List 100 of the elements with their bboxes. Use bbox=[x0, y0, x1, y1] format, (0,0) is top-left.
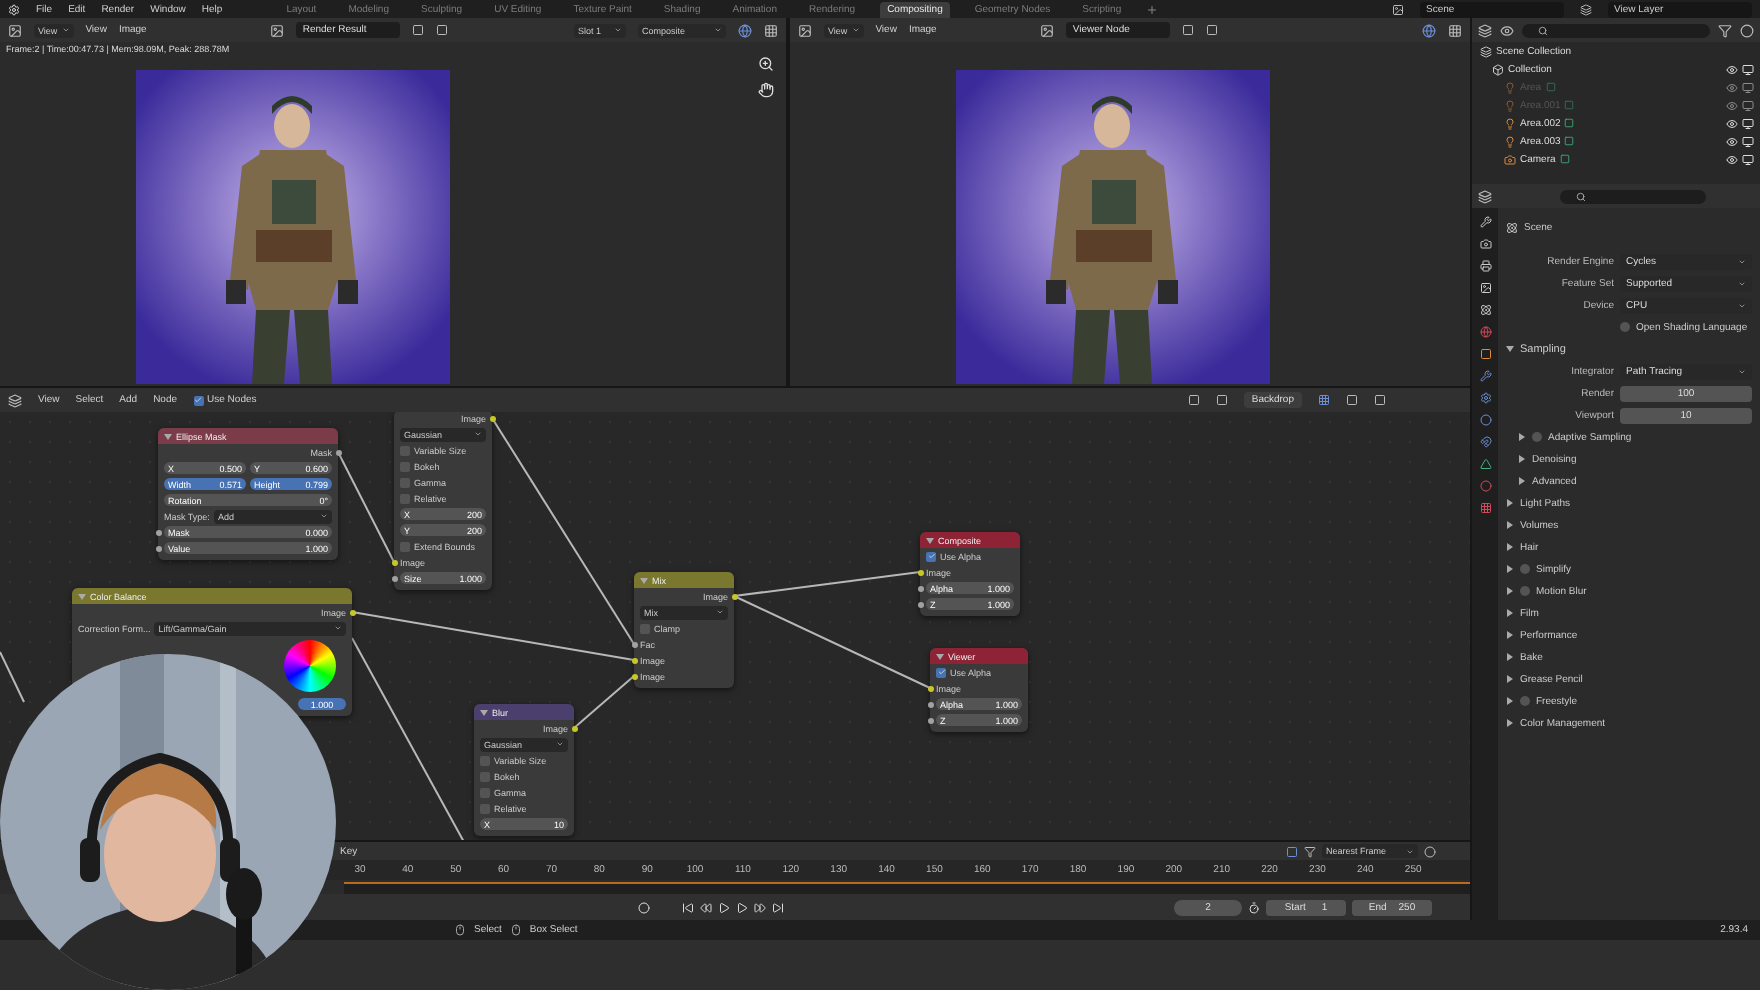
render-icon[interactable] bbox=[1742, 153, 1754, 165]
proportional-icon[interactable] bbox=[1424, 845, 1436, 857]
data-tab-icon[interactable] bbox=[1479, 458, 1491, 470]
modifier-tab-icon[interactable] bbox=[1479, 370, 1491, 382]
checkbox[interactable] bbox=[400, 493, 410, 503]
editor-type-icon[interactable] bbox=[1478, 23, 1492, 37]
eye-icon[interactable] bbox=[1726, 117, 1738, 129]
output-tab-icon[interactable] bbox=[1479, 260, 1491, 272]
node-socket[interactable] bbox=[631, 657, 637, 663]
node-socket[interactable] bbox=[631, 673, 637, 679]
disclosure-icon bbox=[936, 653, 944, 659]
checkbox[interactable] bbox=[1520, 586, 1530, 596]
checkbox[interactable] bbox=[400, 477, 410, 487]
node-socket[interactable] bbox=[631, 641, 637, 647]
particles-tab-icon[interactable] bbox=[1479, 392, 1491, 404]
editor-type-icon[interactable] bbox=[8, 23, 22, 37]
node-wire bbox=[573, 675, 635, 729]
render-icon[interactable] bbox=[1742, 117, 1754, 129]
view-layer-tab-icon[interactable] bbox=[1479, 282, 1491, 294]
texture-tab-icon[interactable] bbox=[1479, 502, 1491, 514]
checkbox[interactable] bbox=[1620, 322, 1630, 332]
render-icon[interactable] bbox=[1742, 135, 1754, 147]
world-tab-icon[interactable] bbox=[1479, 326, 1491, 338]
checkbox[interactable] bbox=[480, 803, 490, 813]
checkbox[interactable] bbox=[480, 771, 490, 781]
render-icon[interactable] bbox=[1742, 63, 1754, 75]
view-layer-icon[interactable] bbox=[1580, 3, 1592, 15]
node-socket[interactable] bbox=[917, 569, 923, 575]
editor-type-icon[interactable] bbox=[1478, 189, 1492, 203]
search-field[interactable] bbox=[1560, 189, 1706, 203]
image-icon[interactable] bbox=[270, 23, 285, 37]
node-socket[interactable] bbox=[155, 529, 161, 535]
display-icon[interactable] bbox=[1422, 23, 1436, 37]
node-socket[interactable] bbox=[489, 415, 495, 421]
search-field[interactable] bbox=[1522, 23, 1710, 37]
checkbox[interactable] bbox=[480, 755, 490, 765]
node-socket[interactable] bbox=[335, 449, 341, 455]
editor-type-icon[interactable] bbox=[8, 393, 22, 407]
previous-keyframe-icon[interactable] bbox=[700, 901, 712, 913]
filter-icon[interactable] bbox=[1718, 23, 1732, 37]
record-icon[interactable] bbox=[638, 901, 650, 913]
checkbox[interactable] bbox=[926, 551, 936, 561]
disclosure-icon bbox=[164, 433, 172, 439]
node-socket[interactable] bbox=[571, 725, 577, 731]
light-icon bbox=[1504, 117, 1516, 129]
eye-icon[interactable] bbox=[1726, 153, 1738, 165]
checkbox[interactable] bbox=[193, 395, 204, 405]
checkbox[interactable] bbox=[400, 445, 410, 455]
physics-tab-icon[interactable] bbox=[1479, 414, 1491, 426]
jump-start-icon[interactable] bbox=[682, 901, 694, 913]
eye-icon[interactable] bbox=[1726, 135, 1738, 147]
disclosure-icon bbox=[1507, 697, 1513, 705]
checkbox[interactable] bbox=[480, 787, 490, 797]
new-collection-icon[interactable] bbox=[1740, 23, 1754, 37]
checkbox[interactable] bbox=[1520, 696, 1530, 706]
disclosure-icon bbox=[1507, 565, 1513, 573]
filter-icon[interactable] bbox=[1304, 845, 1316, 857]
search-icon bbox=[1576, 191, 1586, 201]
constraints-tab-icon[interactable] bbox=[1479, 436, 1491, 448]
gizmo-icon[interactable] bbox=[1448, 23, 1462, 37]
disclosure-icon bbox=[1519, 477, 1525, 485]
next-keyframe-icon[interactable] bbox=[754, 901, 766, 913]
view-icon[interactable] bbox=[1500, 23, 1514, 37]
timer-icon[interactable] bbox=[1248, 901, 1260, 913]
node-socket[interactable] bbox=[391, 559, 397, 565]
play-icon[interactable] bbox=[736, 901, 748, 913]
add-icon[interactable] bbox=[1145, 3, 1158, 15]
checkbox[interactable] bbox=[400, 541, 410, 551]
node-socket[interactable] bbox=[917, 601, 923, 607]
node-socket[interactable] bbox=[927, 685, 933, 691]
node-socket[interactable] bbox=[927, 701, 933, 707]
image-icon[interactable] bbox=[1040, 23, 1055, 37]
node-socket[interactable] bbox=[155, 545, 161, 551]
material-tab-icon[interactable] bbox=[1479, 480, 1491, 492]
object-tab-icon[interactable] bbox=[1479, 348, 1491, 360]
checkbox[interactable] bbox=[400, 461, 410, 471]
node-socket[interactable] bbox=[349, 609, 355, 615]
render-tab-icon[interactable] bbox=[1479, 238, 1491, 250]
checkbox[interactable] bbox=[936, 667, 946, 677]
disclosure-icon bbox=[1507, 499, 1513, 507]
timeline-track[interactable] bbox=[344, 882, 1470, 894]
checkbox[interactable] bbox=[1520, 564, 1530, 574]
camera-icon bbox=[1504, 153, 1516, 165]
disclosure-icon bbox=[480, 709, 488, 715]
checkbox[interactable] bbox=[640, 623, 650, 633]
gizmo-icon[interactable] bbox=[764, 23, 778, 37]
display-icon[interactable] bbox=[738, 23, 752, 37]
editor-type-icon[interactable] bbox=[798, 23, 812, 37]
eye-icon[interactable] bbox=[1726, 63, 1738, 75]
zoom-icon[interactable] bbox=[758, 56, 774, 72]
disclosure-icon bbox=[1507, 543, 1513, 551]
node-socket[interactable] bbox=[731, 593, 737, 599]
jump-end-icon[interactable] bbox=[772, 901, 784, 913]
hand-icon[interactable] bbox=[758, 82, 774, 98]
node-socket[interactable] bbox=[391, 575, 397, 581]
node-socket[interactable] bbox=[917, 585, 923, 591]
tool-tab-icon[interactable] bbox=[1479, 216, 1491, 228]
checkbox[interactable] bbox=[1532, 432, 1542, 442]
node-socket[interactable] bbox=[927, 717, 933, 723]
color-wheel[interactable] bbox=[284, 640, 336, 692]
